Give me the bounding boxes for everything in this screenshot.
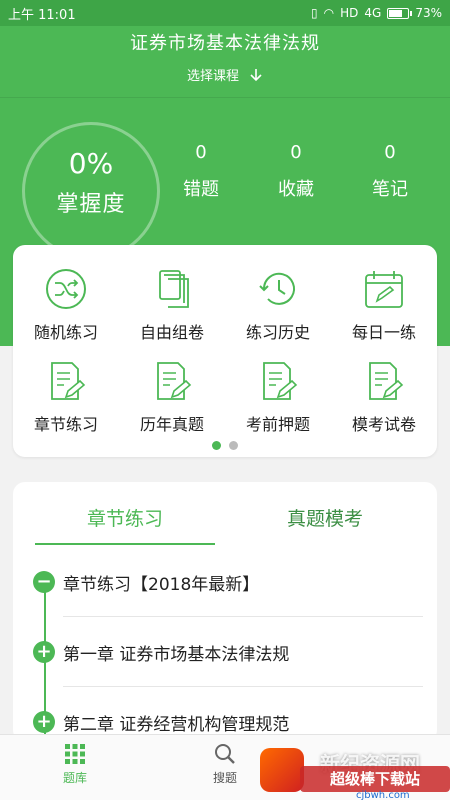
- page-title: 证券市场基本法律法规: [130, 33, 320, 54]
- feature-practice-history[interactable]: 练习历史: [225, 267, 331, 343]
- tab-chapter-practice[interactable]: 章节练习: [35, 504, 215, 531]
- feature-label: 每日一练: [351, 323, 416, 342]
- watermark-logo: [260, 748, 304, 792]
- feature-label: 考前押题: [245, 415, 310, 434]
- page-dot[interactable]: [212, 441, 221, 450]
- battery-icon: [387, 7, 413, 19]
- mastery-label: 掌握度: [56, 192, 126, 217]
- stat-label: 错题: [183, 179, 219, 200]
- mastery-ring: 0% 掌握度: [22, 122, 160, 260]
- stat-favorites[interactable]: 0 收藏: [256, 142, 336, 201]
- app-header: 证券市场基本法律法规 选择课程: [0, 26, 450, 98]
- watermark: 新纪资源网 超级棒下载站 cjbwh.com: [260, 740, 450, 800]
- status-icons: ▯ ◠ HD 4G 73%: [311, 6, 442, 20]
- chapter-panel: 章节练习 真题模考 − 章节练习【2018年最新】 + 第一章 证券市场基本法律…: [13, 482, 437, 742]
- grid-icon: [65, 744, 85, 764]
- watermark-url: cjbwh.com: [356, 790, 410, 800]
- chapter-item[interactable]: + 第一章 证券市场基本法律法规: [13, 632, 437, 672]
- stat-value: 0: [195, 142, 207, 163]
- course-select-button[interactable]: 选择课程: [187, 65, 263, 84]
- status-bar: 上午 11:01 ▯ ◠ HD 4G 73%: [0, 0, 450, 26]
- wifi-icon: ◠: [323, 6, 335, 20]
- feature-label: 历年真题: [139, 415, 204, 434]
- feature-label: 章节练习: [33, 415, 98, 434]
- chapter-label: 第一章 证券市场基本法律法规: [63, 645, 290, 665]
- search-icon: [215, 744, 235, 764]
- feature-label: 随机练习: [33, 323, 98, 342]
- network-label: HD: [340, 6, 359, 20]
- feature-label: 练习历史: [245, 323, 310, 342]
- vibrate-icon: ▯: [311, 6, 318, 20]
- feature-predicted-questions[interactable]: 考前押题: [225, 359, 331, 435]
- stat-notes[interactable]: 0 笔记: [350, 142, 430, 201]
- stat-label: 收藏: [278, 179, 314, 200]
- expand-icon[interactable]: +: [33, 711, 55, 733]
- nav-label: 搜题: [212, 771, 237, 785]
- feature-past-exams[interactable]: 历年真题: [119, 359, 225, 435]
- battery-percent: 73%: [415, 6, 442, 20]
- stacked-papers-icon: [159, 270, 189, 308]
- tab-exam-mock[interactable]: 真题模考: [235, 504, 415, 531]
- collapse-icon[interactable]: −: [33, 571, 55, 593]
- page-dot[interactable]: [229, 441, 238, 450]
- history-clock-icon: [259, 272, 295, 305]
- chapter-label: 章节练习【2018年最新】: [63, 575, 260, 595]
- shuffle-icon: [46, 269, 86, 309]
- signal-label: 4G: [364, 6, 382, 20]
- feature-random-practice[interactable]: 随机练习: [13, 267, 119, 343]
- mastery-percent: 0%: [68, 147, 114, 180]
- status-time: 上午 11:01: [8, 7, 76, 23]
- chapter-tabs: 章节练习 真题模考: [13, 482, 437, 546]
- divider: [63, 686, 423, 687]
- feature-mock-exam[interactable]: 模考试卷: [331, 359, 437, 435]
- chapter-label: 第二章 证券经营机构管理规范: [63, 715, 290, 735]
- battery-fill: [389, 9, 402, 17]
- feature-grid: 随机练习 自由组卷 练习历史 每日一练 章节练习 历年真题 考前押题 模考试卷: [13, 245, 437, 457]
- feature-chapter-practice[interactable]: 章节练习: [13, 359, 119, 435]
- nav-question-bank[interactable]: 题库: [30, 743, 120, 786]
- document-edit-icon: [369, 362, 404, 400]
- stat-value: 0: [384, 142, 396, 163]
- document-edit-icon: [263, 362, 298, 400]
- stat-value: 0: [290, 142, 302, 163]
- chapter-item[interactable]: − 章节练习【2018年最新】: [13, 562, 437, 602]
- watermark-badge: 超级棒下载站: [300, 766, 450, 792]
- document-edit-icon: [157, 362, 192, 400]
- arrow-down-icon: [250, 68, 262, 81]
- tab-underline: [35, 543, 215, 545]
- document-edit-icon: [51, 362, 86, 400]
- page-indicator: [13, 441, 437, 450]
- feature-label: 自由组卷: [139, 323, 204, 342]
- nav-label: 题库: [62, 771, 87, 785]
- feature-label: 模考试卷: [351, 415, 416, 434]
- calendar-edit-icon: [365, 271, 403, 308]
- expand-icon[interactable]: +: [33, 641, 55, 663]
- divider: [63, 616, 423, 617]
- stat-label: 笔记: [372, 179, 408, 200]
- nav-search-questions[interactable]: 搜题: [180, 743, 270, 786]
- feature-daily-practice[interactable]: 每日一练: [331, 267, 437, 343]
- stat-wrong-questions[interactable]: 0 错题: [161, 142, 241, 201]
- course-select-label: 选择课程: [186, 69, 239, 84]
- feature-free-exam[interactable]: 自由组卷: [119, 267, 225, 343]
